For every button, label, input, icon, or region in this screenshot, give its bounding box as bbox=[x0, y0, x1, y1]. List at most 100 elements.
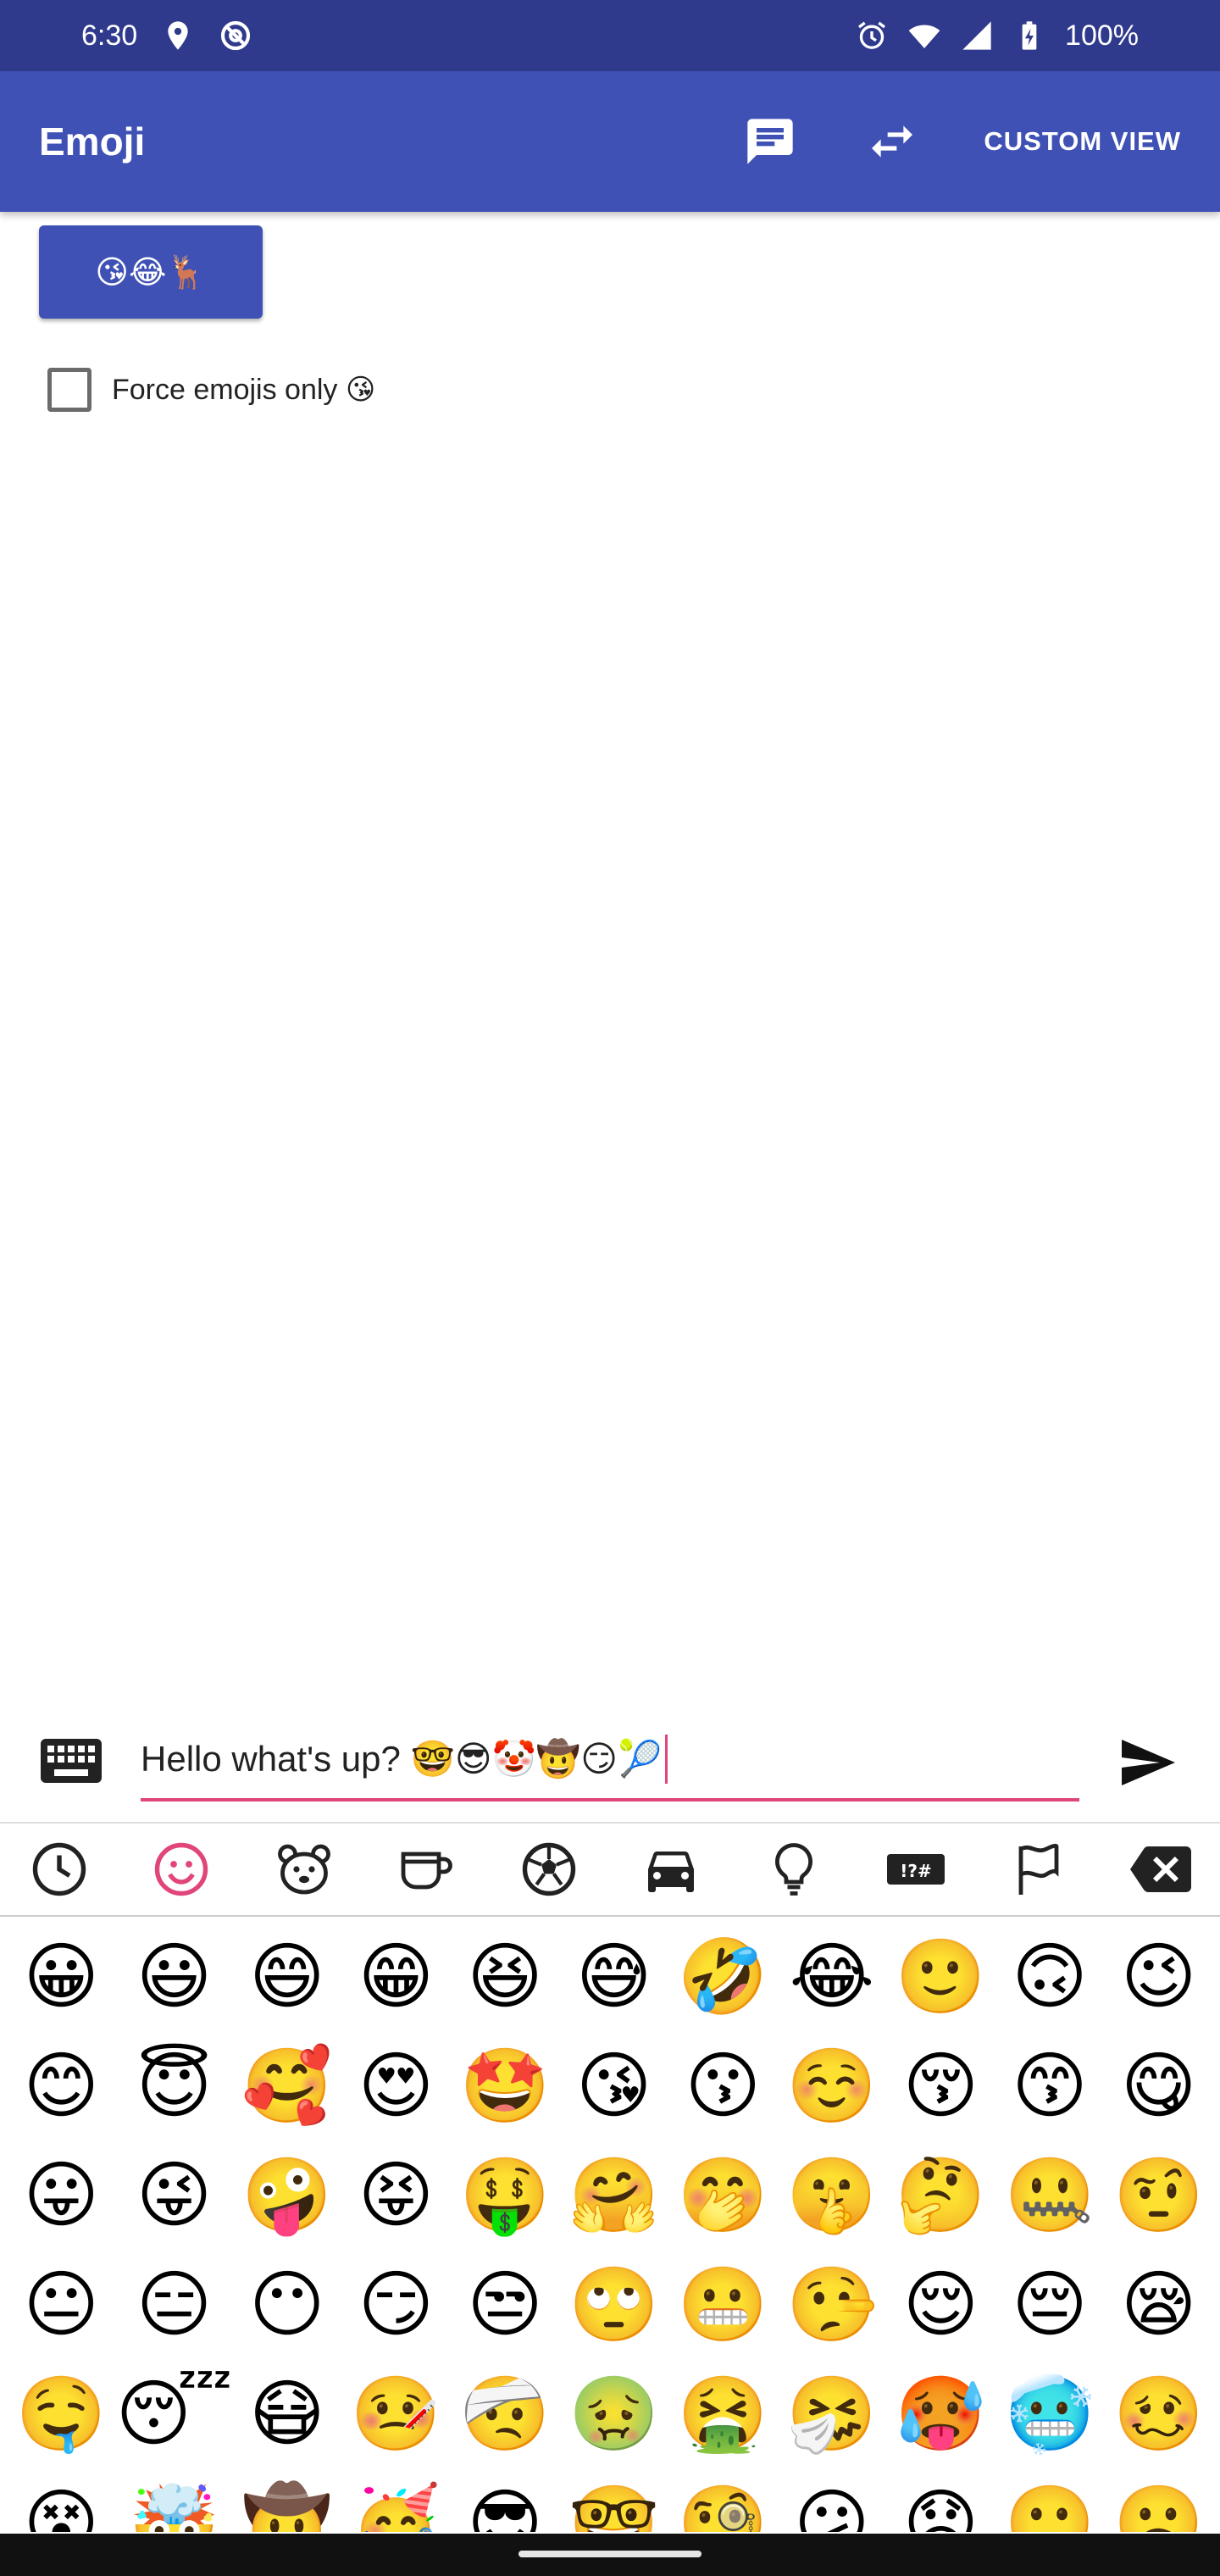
emoji-cell[interactable]: 🤧 bbox=[786, 2378, 877, 2451]
emoji-cell[interactable]: 🤔 bbox=[896, 2159, 986, 2232]
emoji-cell[interactable]: 😄 bbox=[249, 1940, 325, 2013]
emoji-cell[interactable]: 🤪 bbox=[241, 2159, 332, 2232]
emoji-cell[interactable]: 🥶 bbox=[1005, 2378, 1095, 2451]
emoji-cell[interactable]: 😂 bbox=[790, 1940, 875, 2013]
emoji-cell[interactable]: 😟 bbox=[903, 2487, 979, 2533]
emoji-cell[interactable]: 🙄 bbox=[568, 2268, 659, 2341]
emoji-cell[interactable]: 😚 bbox=[903, 2050, 979, 2123]
emoji-cell[interactable]: 😆 bbox=[467, 1940, 543, 2013]
emoji-cell[interactable]: 😛 bbox=[23, 2159, 99, 2232]
message-input[interactable]: Hello what's up? 🤓😎🤡🤠😏🎾 bbox=[141, 1720, 1079, 1802]
emoji-cell[interactable]: 🤠 bbox=[241, 2487, 332, 2533]
emoji-cell[interactable]: 😊 bbox=[23, 2050, 99, 2123]
emoji-cell[interactable]: 🤢 bbox=[568, 2378, 659, 2451]
emoji-cell[interactable]: 🥰 bbox=[241, 2050, 332, 2123]
emoji-cell[interactable]: 🤤 bbox=[16, 2378, 107, 2451]
emoji-cell[interactable]: 😝 bbox=[358, 2159, 435, 2232]
recent-clock-icon[interactable] bbox=[29, 1839, 90, 1900]
emoji-cell[interactable]: 🤫 bbox=[786, 2159, 877, 2232]
text-caret bbox=[665, 1735, 668, 1784]
emoji-cell[interactable]: 🤕 bbox=[460, 2378, 551, 2451]
emoji-grid: 😀 😃 😄 😁 😆 😅 🤣 😂 🙂 🙃 😉 😊 😇 🥰 😍 🤩 😘 😗 ☺️ 😚 😙 😋 😛 😜 🤪 😝 🤑 🤗 🤭 🤫 🤔 🤐 🤨 😐 😑 😶 😏 😒 🙄… bbox=[0, 1922, 1220, 2533]
emoji-cell[interactable]: 😐 bbox=[23, 2268, 99, 2341]
app-title: Emoji bbox=[39, 119, 146, 164]
status-time: 6:30 bbox=[81, 19, 138, 52]
emoji-cell[interactable]: 🤑 bbox=[460, 2159, 551, 2232]
emoji-cell[interactable]: 🤭 bbox=[678, 2159, 768, 2232]
emoji-cell[interactable]: 😙 bbox=[1012, 2050, 1088, 2123]
emoji-cell[interactable]: 😜 bbox=[136, 2159, 213, 2232]
cell-signal-icon bbox=[960, 19, 994, 53]
emoji-cell[interactable]: 🤥 bbox=[786, 2268, 877, 2341]
emoji-cell[interactable]: 😶 bbox=[249, 2268, 325, 2341]
custom-view-button[interactable]: CUSTOM VIEW bbox=[984, 126, 1181, 157]
bear-face-icon[interactable] bbox=[274, 1839, 335, 1900]
emoji-cell[interactable]: 😗 bbox=[685, 2050, 761, 2123]
home-gesture-handle[interactable] bbox=[518, 2551, 702, 2557]
symbols-icon[interactable]: !?# bbox=[885, 1839, 946, 1900]
emoji-cell[interactable]: 😬 bbox=[678, 2268, 768, 2341]
send-icon[interactable] bbox=[1117, 1732, 1178, 1793]
battery-percent: 100% bbox=[1065, 19, 1139, 52]
message-input-text: Hello what's up? 🤓😎🤡🤠😏🎾 bbox=[141, 1739, 663, 1779]
emoji-cell[interactable]: 😔 bbox=[1012, 2268, 1088, 2341]
emoji-cell[interactable]: 😎 bbox=[467, 2487, 543, 2533]
battery-charging-icon bbox=[1012, 19, 1046, 53]
emoji-cell[interactable]: 😷 bbox=[249, 2378, 325, 2451]
emoji-cell[interactable]: 😅 bbox=[576, 1940, 652, 2013]
emoji-cell[interactable]: 🤓 bbox=[568, 2487, 659, 2533]
emoji-cell[interactable]: 😀 bbox=[23, 1940, 99, 2013]
emoji-cell[interactable]: 🥵 bbox=[896, 2378, 986, 2451]
emoji-cell[interactable]: 🤨 bbox=[1113, 2159, 1204, 2232]
emoji-cell[interactable]: 🥳 bbox=[351, 2487, 441, 2533]
emoji-cell[interactable]: 🤯 bbox=[129, 2487, 219, 2533]
emoji-cell[interactable]: 😘 bbox=[576, 2050, 652, 2123]
flag-icon[interactable] bbox=[1008, 1839, 1069, 1900]
emoji-cell[interactable]: 😒 bbox=[467, 2268, 543, 2341]
emoji-cell[interactable]: 😉 bbox=[1121, 1940, 1197, 2013]
emoji-cell[interactable]: 😋 bbox=[1121, 2050, 1197, 2123]
force-emojis-row[interactable]: Force emojis only 😘 bbox=[47, 368, 375, 412]
emoji-cell[interactable]: ☺️ bbox=[786, 2050, 877, 2123]
emoji-cell[interactable]: 😴 bbox=[116, 2378, 233, 2451]
emoji-cell[interactable]: 😍 bbox=[358, 2050, 435, 2123]
smiley-face-icon[interactable] bbox=[151, 1839, 212, 1900]
emoji-cell[interactable]: 🤣 bbox=[678, 1940, 768, 2013]
emoji-cell[interactable]: 😁 bbox=[358, 1940, 435, 2013]
emoji-cell[interactable]: 😵 bbox=[23, 2487, 99, 2533]
emoji-cell[interactable]: 🧐 bbox=[678, 2487, 768, 2533]
emoji-cell[interactable]: 😌 bbox=[903, 2268, 979, 2341]
emoji-cell[interactable]: 🥴 bbox=[1113, 2378, 1204, 2451]
keyboard-icon[interactable] bbox=[39, 1737, 103, 1785]
emoji-button[interactable]: 😘😂🦌 bbox=[39, 225, 263, 319]
lightbulb-icon[interactable] bbox=[763, 1839, 824, 1900]
emoji-cell[interactable]: 😪 bbox=[1121, 2268, 1197, 2341]
backspace-icon[interactable] bbox=[1129, 1839, 1191, 1900]
emoji-cell[interactable]: 😏 bbox=[358, 2268, 435, 2341]
svg-text:!?#: !?# bbox=[900, 1861, 931, 1881]
message-icon[interactable] bbox=[740, 111, 801, 172]
emoji-cell[interactable]: 🤐 bbox=[1005, 2159, 1095, 2232]
emoji-cell[interactable]: 😕 bbox=[794, 2487, 870, 2533]
swap-icon[interactable] bbox=[862, 111, 923, 172]
emoji-cell[interactable]: 🤒 bbox=[351, 2378, 441, 2451]
emoji-cell[interactable]: ☹️ bbox=[1113, 2487, 1204, 2533]
at-sign-icon bbox=[219, 19, 252, 53]
emoji-cell[interactable]: 😇 bbox=[136, 2050, 213, 2123]
force-emojis-checkbox[interactable] bbox=[47, 368, 92, 412]
emoji-cell[interactable]: 🙃 bbox=[1012, 1940, 1088, 2013]
soccer-ball-icon[interactable] bbox=[518, 1839, 580, 1900]
emoji-cell[interactable]: 🤗 bbox=[568, 2159, 659, 2232]
car-icon[interactable] bbox=[640, 1839, 702, 1900]
coffee-cup-icon[interactable] bbox=[396, 1839, 457, 1900]
emoji-cell[interactable]: 🙂 bbox=[896, 1940, 986, 2013]
emoji-cell[interactable]: 🙁 bbox=[1005, 2487, 1095, 2533]
wifi-icon bbox=[907, 19, 941, 53]
emoji-cell[interactable]: 🤩 bbox=[460, 2050, 551, 2123]
emoji-cell[interactable]: 🤮 bbox=[678, 2378, 768, 2451]
emoji-cell[interactable]: 😑 bbox=[136, 2268, 213, 2341]
emoji-cell[interactable]: 😃 bbox=[136, 1940, 213, 2013]
location-icon bbox=[161, 19, 195, 53]
alarm-icon bbox=[855, 19, 889, 53]
navigation-bar bbox=[0, 2534, 1220, 2576]
